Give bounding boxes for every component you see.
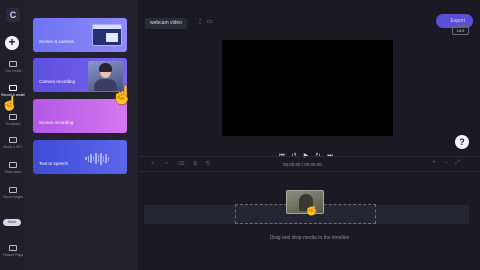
film-icon: [9, 162, 17, 168]
project-name-field[interactable]: webcam video: [145, 18, 187, 29]
grab-hand-icon: ✊: [306, 206, 318, 216]
folder-icon: [9, 61, 17, 67]
camera-icon: [9, 85, 17, 91]
app-logo[interactable]: C: [6, 8, 20, 22]
rail-item-label: Templates: [5, 122, 21, 126]
rail-item-label: Stock images: [3, 195, 23, 199]
card-title: Screen & camera: [39, 39, 74, 44]
templates-icon: [9, 114, 17, 120]
card-screen-camera[interactable]: Screen & camera: [33, 18, 127, 52]
timecode: 00:00.00 / 00:00.00: [283, 162, 322, 167]
editor-main: webcam video ⋮ ▭ Export 16:9 ⏮ ↺ ▶ ↻ ⏭ ? ✎✂⌫…: [139, 0, 480, 270]
record-create-panel: Screen & camera Camera recording Screen …: [27, 0, 138, 270]
rail-item-your-media[interactable]: Your media: [0, 61, 26, 73]
pointer-hand-icon: ☝: [1, 95, 19, 111]
rail-item-label: Feature Flags: [2, 253, 24, 257]
left-rail: C + Your media Record & create Templates…: [0, 0, 26, 270]
playback-controls: ⏮ ↺ ▶ ↻ ⏭: [276, 144, 340, 159]
rail-item-label: Music & SFX: [3, 145, 23, 149]
rail-item-music-sfx[interactable]: Music & SFX: [0, 137, 26, 149]
rail-item-label: Stock video: [4, 170, 22, 174]
screen-camera-thumbnail: [92, 24, 122, 46]
rail-item-label: Your media: [4, 69, 22, 73]
comment-icon[interactable]: ▭: [207, 18, 213, 25]
card-title: Screen recording: [39, 120, 74, 125]
rail-item-feature-flags[interactable]: Feature Flags: [0, 245, 26, 257]
rail-item-templates[interactable]: Templates: [0, 114, 26, 126]
drop-hint: Drag and drop media to the timeline: [269, 235, 350, 241]
music-icon: [9, 137, 17, 143]
help-button[interactable]: ?: [455, 135, 469, 149]
pointer-hand-icon: ☝: [111, 85, 134, 105]
timeline-toolbar: ✎✂⌫⧉⎘ 00:00.00 / 00:00.00 +−⤢: [139, 156, 480, 172]
aspect-ratio-button[interactable]: 16:9: [452, 26, 469, 35]
rail-item-stock-video[interactable]: Stock video: [0, 162, 26, 174]
card-title: Camera recording: [39, 79, 76, 84]
add-button[interactable]: +: [5, 36, 19, 50]
zoom-controls-icon: +−⤢: [432, 160, 468, 166]
rail-item-stock-images[interactable]: Stock images: [0, 187, 26, 199]
more-button[interactable]: More: [3, 219, 21, 226]
video-preview: [222, 40, 393, 136]
image-icon: [9, 187, 17, 193]
card-text-to-speech[interactable]: Text to speech: [33, 140, 127, 174]
card-title: Text to speech: [39, 161, 69, 166]
editor-topbar: webcam video ⋮ ▭ Export: [139, 14, 480, 35]
edit-tools-icon: ✎✂⌫⧉⎘: [151, 161, 220, 167]
more-options-icon[interactable]: ⋮: [197, 18, 203, 25]
waveform-icon: [85, 150, 115, 165]
dragged-media-thumbnail[interactable]: [286, 190, 324, 214]
flag-icon: [9, 245, 17, 251]
clipchamp-editor: C + Your media Record & create Templates…: [0, 0, 480, 270]
